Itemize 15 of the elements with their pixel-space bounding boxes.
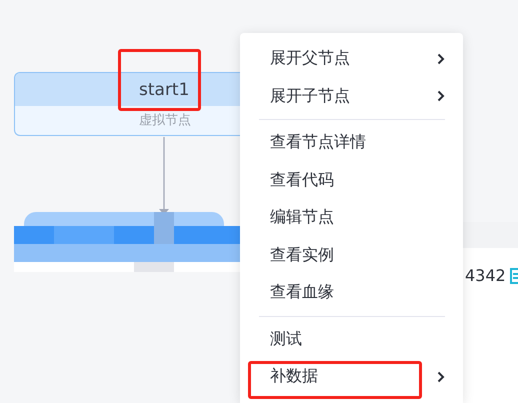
flow-node[interactable]: start1 虚拟节点 <box>14 72 240 136</box>
menu-item[interactable]: 查看代码 <box>240 162 463 199</box>
menu-item[interactable]: 查看节点详情 <box>240 124 463 162</box>
menu-item[interactable]: 编辑节点 <box>240 199 463 236</box>
menu-item[interactable]: 查看实例 <box>240 236 463 274</box>
node-type-label: 虚拟节点 <box>139 112 192 129</box>
menu-item[interactable]: 展开父节点 <box>240 40 463 78</box>
panel-header <box>463 222 518 248</box>
node-title: start1 <box>139 80 190 100</box>
menu-item[interactable]: 查看血缘 <box>240 274 463 312</box>
id-text: 4342 <box>465 266 506 285</box>
menu-item[interactable]: 展开子节点 <box>240 78 463 115</box>
menu-item[interactable]: 测试 <box>240 320 463 358</box>
document-icon[interactable] <box>510 268 518 284</box>
menu-item[interactable]: 补数据 <box>240 358 463 396</box>
